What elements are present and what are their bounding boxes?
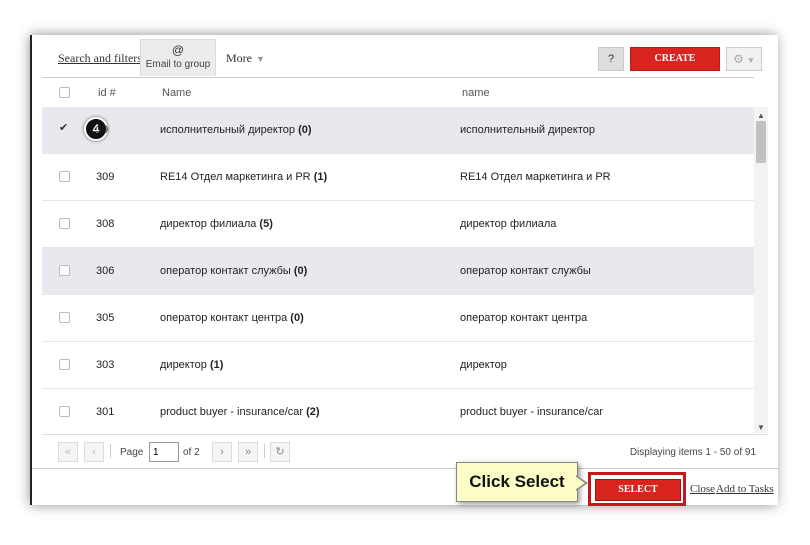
row-checkbox[interactable] [59, 359, 70, 373]
page-count-label: of 2 [183, 447, 200, 458]
toolbar: Search and filters @ Email to group More… [32, 35, 778, 77]
row-name: оператор контакт центра (0) [160, 312, 304, 324]
row-name-2: директор [460, 359, 507, 371]
table-row[interactable]: 306 оператор контакт службы (0) оператор… [42, 248, 754, 295]
add-to-tasks-link[interactable]: Add to Tasks [716, 483, 774, 495]
instruction-callout: Click Select [456, 462, 578, 502]
table-row[interactable]: 303 директор (1) директор [42, 342, 754, 389]
page-label: Page [120, 447, 144, 458]
row-id: 309 [96, 171, 115, 183]
vertical-scrollbar[interactable]: ▲ ▼ [754, 107, 768, 433]
more-label: More [226, 51, 252, 65]
more-menu[interactable]: More ▼ [226, 51, 265, 66]
create-button[interactable]: CREATE [630, 47, 720, 71]
row-id: 39 [96, 124, 109, 136]
row-checkbox[interactable] [59, 171, 70, 185]
previous-page-icon[interactable]: ‹ [84, 442, 104, 462]
row-checkbox[interactable] [59, 312, 70, 326]
row-checkbox[interactable] [59, 406, 70, 420]
row-id: 301 [96, 406, 115, 418]
caret-down-icon: ▼ [746, 56, 755, 65]
table-row[interactable]: 309 RE14 Отдел маркетинга и PR (1) RE14 … [42, 154, 754, 201]
table-body: ✔ 4 39 исполнительный директор (0) испол… [42, 107, 754, 433]
select-button[interactable]: SELECT [595, 479, 681, 501]
column-header-id[interactable]: id # [98, 87, 116, 99]
table-row[interactable]: 305 оператор контакт центра (0) оператор… [42, 295, 754, 342]
caret-down-icon: ▼ [256, 54, 265, 64]
row-name: директор филиала (5) [160, 218, 273, 230]
selection-dialog: Search and filters @ Email to group More… [30, 35, 778, 506]
email-to-group-button[interactable]: @ Email to group [140, 39, 216, 76]
row-name-2: исполнительный директор [460, 124, 595, 136]
row-id: 303 [96, 359, 115, 371]
email-to-group-label: Email to group [145, 59, 211, 70]
refresh-icon[interactable]: ↻ [270, 442, 290, 462]
first-page-icon[interactable]: « [58, 442, 78, 462]
pager-divider [264, 444, 265, 458]
row-checkbox[interactable] [59, 218, 70, 232]
row-name-2: RE14 Отдел маркетинга и PR [460, 171, 611, 183]
search-and-filters-link[interactable]: Search and filters [58, 51, 142, 66]
callout-arrow-fill [575, 476, 585, 490]
column-header-name-2[interactable]: name [462, 87, 490, 99]
checkmark-icon[interactable]: ✔ [59, 121, 68, 134]
display-count: Displaying items 1 - 50 of 91 [629, 447, 756, 458]
close-link[interactable]: Close [690, 483, 715, 495]
row-name-2: директор филиала [460, 218, 557, 230]
scroll-thumb[interactable] [756, 121, 766, 163]
table-header: id # Name name [42, 77, 754, 109]
last-page-icon[interactable]: » [238, 442, 258, 462]
table-row[interactable]: 308 директор филиала (5) директор филиал… [42, 201, 754, 248]
at-icon: @ [171, 43, 185, 57]
row-name: product buyer - insurance/car (2) [160, 406, 320, 418]
table-row[interactable]: ✔ 4 39 исполнительный директор (0) испол… [42, 107, 754, 154]
scroll-up-icon[interactable]: ▲ [757, 111, 765, 120]
row-id: 306 [96, 265, 115, 277]
row-name-2: оператор контакт центра [460, 312, 588, 324]
table-row[interactable]: 301 product buyer - insurance/car (2) pr… [42, 389, 754, 433]
row-id: 305 [96, 312, 115, 324]
row-name: оператор контакт службы (0) [160, 265, 308, 277]
select-button-highlight: SELECT [588, 472, 686, 506]
pagination-bar: « ‹ Page of 2 › » ↻ Displaying items 1 -… [42, 434, 768, 469]
settings-menu-button[interactable]: ⚙ ▼ [726, 47, 762, 71]
row-name-2: оператор контакт службы [460, 265, 591, 277]
page-number-input[interactable] [149, 442, 179, 462]
help-button[interactable]: ? [598, 47, 624, 71]
next-page-icon[interactable]: › [212, 442, 232, 462]
dialog-footer: SELECT Close Add to Tasks [32, 468, 778, 506]
row-name: директор (1) [160, 359, 224, 371]
select-all-checkbox[interactable] [59, 87, 70, 101]
pager-divider [110, 444, 111, 458]
row-name: RE14 Отдел маркетинга и PR (1) [160, 171, 328, 183]
column-header-name[interactable]: Name [162, 87, 191, 99]
gear-icon: ⚙ [733, 52, 744, 66]
row-name-2: product buyer - insurance/car [460, 406, 604, 418]
row-name: исполнительный директор (0) [160, 124, 312, 136]
row-id: 308 [96, 218, 115, 230]
scroll-down-icon[interactable]: ▼ [757, 423, 765, 432]
row-checkbox[interactable] [59, 265, 70, 279]
